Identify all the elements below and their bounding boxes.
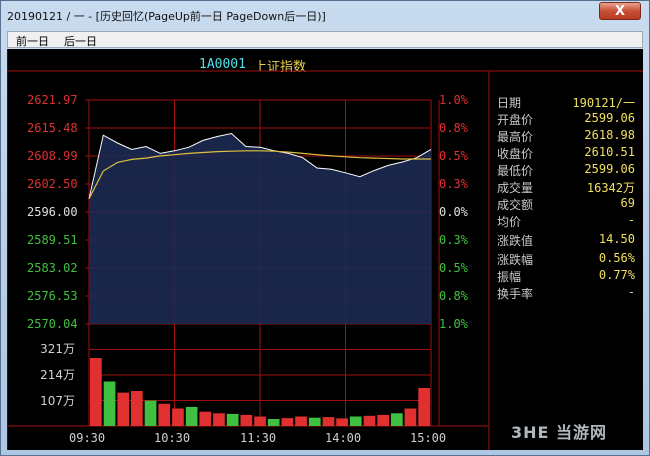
price-label: 2602.50 [27, 177, 78, 191]
volume-bar [90, 358, 102, 426]
price-area [89, 133, 431, 324]
panel-row: 最高价 2618.98 [495, 127, 643, 144]
percent-label: 0.8% [439, 121, 468, 135]
menu-bar: 前一日 后一日 [7, 31, 643, 48]
volume-bar [172, 408, 184, 426]
volume-bar [336, 418, 348, 426]
panel-value: 0.56% [598, 251, 635, 265]
panel-value: 16342万 [586, 181, 635, 195]
panel-key: 最低价 [497, 164, 534, 178]
panel-row: 开盘价 2599.06 [495, 110, 643, 127]
panel-value: - [627, 285, 635, 299]
panel-key: 开盘价 [497, 113, 534, 127]
panel-value: 69 [620, 196, 635, 210]
volume-bar [322, 417, 335, 426]
price-label: 2583.02 [27, 261, 78, 275]
volume-bar [103, 381, 116, 426]
history-window: 20190121 / 一 - [历史回忆(PageUp前一日 PageDown后… [0, 0, 650, 456]
volume-bar [213, 413, 225, 426]
price-label: 2615.48 [27, 121, 78, 135]
volume-label: 214万 [40, 368, 75, 382]
price-label: 2576.53 [27, 289, 78, 303]
panel-value: 2610.51 [584, 145, 635, 159]
time-label: 11:30 [240, 431, 277, 445]
panel-key: 涨跌幅 [497, 253, 534, 267]
volume-bar [226, 413, 239, 426]
panel-value: 2618.98 [584, 128, 635, 142]
price-label: 2596.00 [27, 205, 78, 219]
panel-key: 收盘价 [497, 147, 534, 161]
volume-bar [199, 411, 212, 426]
panel-row: 均价 - [495, 212, 643, 229]
volume-bar [308, 417, 321, 426]
panel-row: 振幅 0.77% [495, 267, 643, 284]
volume-bar [418, 387, 430, 426]
panel-value: 2599.06 [584, 162, 635, 176]
percent-label: 0.0% [439, 205, 468, 219]
volume-bar [117, 392, 130, 426]
panel-row: 涨跌幅 0.56% [495, 250, 643, 267]
price-label: 2589.51 [27, 233, 78, 247]
panel-key: 涨跌值 [497, 234, 534, 248]
time-label: 14:00 [325, 431, 362, 445]
panel-row: 成交量 16342万 [495, 178, 643, 195]
volume-bar [377, 414, 389, 426]
panel-key: 日期 [497, 96, 522, 110]
panel-row: 涨跌值 14.50 [495, 231, 643, 248]
volume-bar [185, 406, 198, 426]
panel-row: 收盘价 2610.51 [495, 144, 643, 161]
volume-bar [349, 416, 362, 426]
time-label: 15:00 [410, 431, 447, 445]
panel-key: 最高价 [497, 130, 534, 144]
title-bar[interactable]: 20190121 / 一 - [历史回忆(PageUp前一日 PageDown后… [1, 1, 649, 29]
price-label: 2570.04 [27, 317, 78, 331]
volume-bar [254, 416, 266, 426]
volume-label: 321万 [40, 342, 75, 356]
percent-label: 0.5% [439, 261, 468, 275]
prev-day-button[interactable]: 前一日 [16, 33, 49, 49]
volume-label: 107万 [40, 394, 75, 408]
panel-value: 2599.06 [584, 111, 635, 125]
panel-key: 成交量 [497, 181, 534, 195]
volume-bar [131, 391, 143, 426]
panel-key: 均价 [497, 215, 522, 229]
watermark-logo: 3HE 当游网 [511, 423, 608, 442]
percent-label: 1.0% [439, 93, 468, 107]
price-label: 2608.99 [27, 149, 78, 163]
close-button[interactable]: X [599, 2, 641, 20]
panel-value: - [627, 213, 635, 227]
panel-row: 成交额 69 [495, 195, 643, 212]
volume-bar [144, 400, 157, 426]
panel-row: 日期 190121/一 [495, 93, 643, 110]
time-label: 10:30 [154, 431, 191, 445]
percent-label: 0.3% [439, 233, 468, 247]
volume-bar [295, 416, 307, 426]
percent-label: 0.3% [439, 177, 468, 191]
next-day-button[interactable]: 后一日 [64, 33, 97, 49]
panel-key: 换手率 [497, 287, 534, 301]
percent-label: 0.8% [439, 289, 468, 303]
volume-bar [267, 419, 280, 426]
panel-row: 换手率 - [495, 284, 643, 301]
volume-bar [240, 414, 253, 426]
price-label: 2621.97 [27, 93, 78, 107]
panel-value: 0.77% [598, 268, 635, 282]
panel-value: 190121/一 [572, 96, 635, 110]
chart-area[interactable]: 1A0001 上证指数 2621.97 2615.48 2608.99 2602… [7, 49, 643, 450]
panel-value: 14.50 [598, 232, 635, 246]
volume-bar [158, 403, 171, 426]
volume-bar [404, 408, 417, 426]
panel-key: 成交额 [497, 198, 534, 212]
volume-bar [363, 415, 376, 426]
time-label: 09:30 [69, 431, 106, 445]
panel-key: 振幅 [497, 270, 522, 284]
panel-row: 最低价 2599.06 [495, 161, 643, 178]
volume-bar [281, 418, 294, 426]
window-title: 20190121 / 一 - [历史回忆(PageUp前一日 PageDown后… [7, 10, 326, 23]
percent-label: 0.5% [439, 149, 468, 163]
percent-label: 1.0% [439, 317, 468, 331]
volume-bar [391, 413, 403, 426]
